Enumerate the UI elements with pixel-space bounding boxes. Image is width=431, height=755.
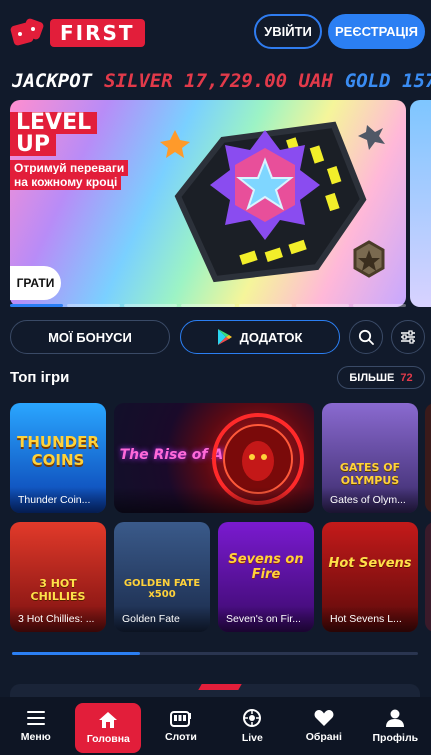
game-tile-partial[interactable] <box>425 522 431 632</box>
home-icon <box>99 712 118 728</box>
nav-label: Live <box>241 732 263 744</box>
scrollbar-thumb[interactable] <box>12 652 140 655</box>
game-tile-3-hot-chillies[interactable]: 3 HOT CHILLIES 3 Hot Chillies: ... <box>10 522 106 632</box>
nav-item-live[interactable]: Live <box>217 697 288 755</box>
banner-title-line2: UP <box>10 134 56 156</box>
nav-label: Обрані <box>305 731 342 743</box>
top-games-title: Топ ігри <box>10 369 70 386</box>
pagination-dot[interactable] <box>238 304 292 307</box>
pagination-dot[interactable] <box>124 304 178 307</box>
banner-pagination <box>10 304 406 307</box>
games-scrollbar[interactable] <box>12 652 418 655</box>
game-title <box>114 487 314 513</box>
nav-item-favorites[interactable]: Обрані <box>288 697 359 755</box>
game-tile-partial[interactable] <box>425 403 431 513</box>
bottom-navigation: Меню Головна Слоти Live Обрані Профіль <box>0 697 431 755</box>
game-tile-gates-of-olympus[interactable]: GATES OF OLYMPUS Gates of Olym... <box>322 403 418 513</box>
game-art-title: GATES OF OLYMPUS <box>339 461 401 487</box>
nav-item-slots[interactable]: Слоти <box>145 697 216 755</box>
nav-item-menu[interactable]: Меню <box>0 697 71 755</box>
game-title: Thunder Coin... <box>10 487 106 513</box>
search-icon <box>358 329 374 345</box>
more-label: БІЛЬШЕ <box>349 371 395 384</box>
game-tile-rise-of-ai[interactable]: The Rise of AI <box>114 403 314 513</box>
silver-jackpot: SILVER 17,729.00 UAH <box>104 70 333 92</box>
game-art-title: GOLDEN FATE x500 <box>123 578 201 600</box>
nav-item-home[interactable]: Головна <box>75 703 142 753</box>
banner-subtitle-line2: на кожному кроці <box>10 174 122 190</box>
menu-icon <box>26 711 45 725</box>
pagination-dot[interactable] <box>295 304 349 307</box>
logo[interactable]: FIRST <box>10 18 145 48</box>
gold-jackpot: GOLD 157,386 <box>344 70 431 92</box>
login-button[interactable]: УВІЙТИ <box>254 14 322 49</box>
pagination-dot[interactable] <box>10 304 64 307</box>
game-title: Golden Fate <box>114 606 210 632</box>
games-count: 72 <box>400 371 413 384</box>
nav-label: Головна <box>86 733 130 745</box>
search-button[interactable] <box>349 320 383 354</box>
top-header: FIRST УВІЙТИ РЕЄСТРАЦІЯ <box>0 0 431 66</box>
nav-item-profile[interactable]: Профіль <box>360 697 431 755</box>
pagination-dot[interactable] <box>67 304 121 307</box>
game-title: Gates of Olym... <box>322 487 418 513</box>
next-banner-peek[interactable] <box>410 100 431 307</box>
banner-play-button[interactable]: ГРАТИ <box>10 266 61 300</box>
nav-label: Меню <box>20 731 51 743</box>
game-art-title: 3 HOT CHILLIES <box>30 577 86 603</box>
my-bonuses-button[interactable]: МОЇ БОНУСИ <box>10 320 170 354</box>
game-art-title: Hot Sevens <box>328 556 412 571</box>
app-download-label: ДОДАТОК <box>239 329 303 345</box>
slot-machine-icon <box>169 711 191 727</box>
roulette-icon <box>243 709 262 727</box>
more-games-button[interactable]: БІЛЬШЕ 72 <box>337 366 425 389</box>
dice-logo-icon <box>10 18 44 46</box>
game-title: 3 Hot Chillies: ... <box>10 606 106 632</box>
game-tile-thunder-coins[interactable]: THUNDER COINS Thunder Coin... <box>10 403 106 513</box>
nav-label: Профіль <box>372 732 419 744</box>
jackpot-ticker: JACKPOT SILVER 17,729.00 UAH GOLD 157,386 <box>0 70 431 96</box>
filter-button[interactable] <box>391 320 425 354</box>
game-title: Seven's on Fir... <box>218 606 314 632</box>
register-button[interactable]: РЕЄСТРАЦІЯ <box>328 14 425 49</box>
pagination-dot[interactable] <box>352 304 406 307</box>
game-tile-hot-sevens[interactable]: Hot Sevens Hot Sevens L... <box>322 522 418 632</box>
next-section-accent <box>198 684 242 690</box>
level-badge-illustration <box>160 121 385 283</box>
nav-label: Слоти <box>164 731 197 743</box>
pagination-dot[interactable] <box>181 304 235 307</box>
casino-home-page: FIRST УВІЙТИ РЕЄСТРАЦІЯ JACKPOT SILVER 17… <box>0 0 431 755</box>
banner-title-line1: LEVEL <box>10 112 98 134</box>
app-download-button[interactable]: ДОДАТОК <box>180 320 340 354</box>
filter-sliders-icon <box>401 330 415 344</box>
logo-text: FIRST <box>50 19 145 47</box>
game-tile-golden-fate[interactable]: GOLDEN FATE x500 Golden Fate <box>114 522 210 632</box>
jackpot-label: JACKPOT <box>12 70 93 92</box>
game-tile-sevens-on-fire[interactable]: Sevens on Fire Seven's on Fir... <box>218 522 314 632</box>
heart-icon <box>314 710 334 726</box>
game-art-title: Sevens on Fire <box>228 552 304 582</box>
play-store-icon <box>217 329 232 345</box>
game-title: Hot Sevens L... <box>322 606 418 632</box>
user-icon <box>386 709 405 727</box>
game-art-title: THUNDER COINS <box>17 433 99 469</box>
